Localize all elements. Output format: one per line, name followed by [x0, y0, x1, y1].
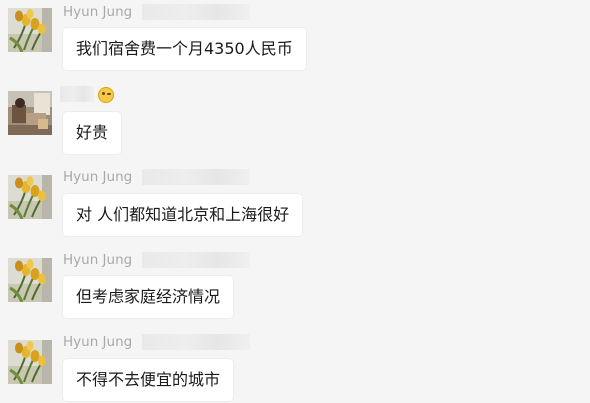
avatar[interactable]: [8, 175, 52, 219]
sender-name: Hyun Jung: [63, 334, 133, 350]
smiling-face-icon: [98, 87, 114, 103]
sender-name: Hyun Jung: [63, 169, 133, 185]
message-bubble[interactable]: 我们宿舍费一个月4350人民币: [63, 28, 306, 70]
avatar[interactable]: [8, 258, 52, 302]
avatar[interactable]: [8, 91, 52, 135]
message-item: Hyun Jung 不得不去便宜的城市: [0, 331, 590, 403]
blurred-sender-name: [60, 86, 94, 102]
message-bubble[interactable]: 好贵: [63, 112, 122, 154]
message-bubble[interactable]: 对 人们都知道北京和上海很好: [63, 194, 303, 236]
message-bubble[interactable]: 但考虑家庭经济情况: [63, 276, 234, 318]
sender-name: Hyun Jung: [63, 4, 133, 20]
blurred-sender-suffix: [142, 4, 250, 20]
message-bubble[interactable]: 不得不去便宜的城市: [63, 359, 234, 401]
message-item: 好贵: [0, 82, 590, 166]
avatar[interactable]: [8, 340, 52, 384]
message-item: Hyun Jung 对 人们都知道北京和上海很好: [0, 166, 590, 249]
message-item: Hyun Jung 我们宿舍费一个月4350人民币: [0, 0, 590, 82]
blurred-sender-suffix: [142, 252, 250, 268]
blurred-sender-suffix: [142, 334, 250, 350]
sender-name: Hyun Jung: [63, 252, 133, 268]
avatar[interactable]: [8, 8, 52, 52]
message-item: Hyun Jung 但考虑家庭经济情况: [0, 249, 590, 331]
blurred-sender-suffix: [142, 169, 250, 185]
